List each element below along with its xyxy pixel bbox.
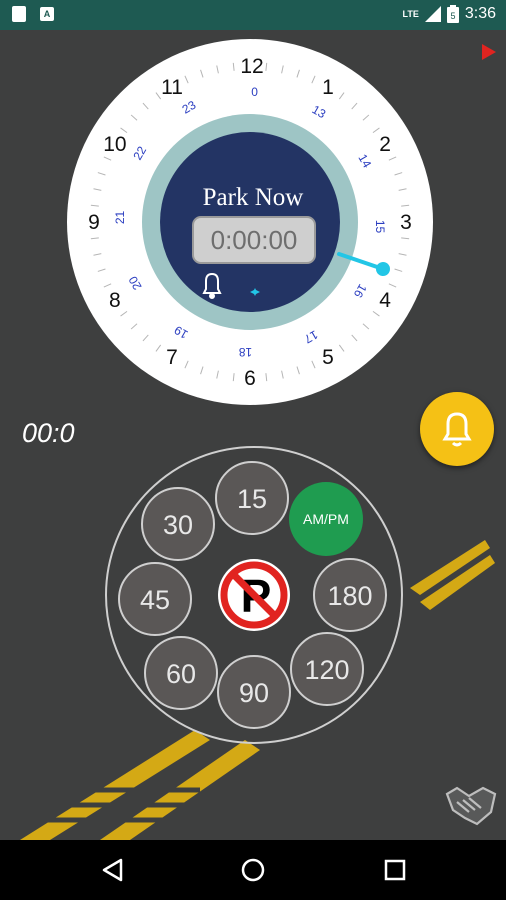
battery-icon: 5 bbox=[446, 5, 459, 23]
duration-button[interactable]: 15 bbox=[215, 461, 289, 535]
dial-hour-number: 6 bbox=[244, 367, 256, 390]
duration-button[interactable]: 120 bbox=[290, 632, 364, 706]
play-icon[interactable] bbox=[482, 44, 496, 60]
dial-hour-number: 1 bbox=[322, 76, 334, 99]
handshake-icon[interactable] bbox=[443, 782, 499, 830]
recents-icon[interactable] bbox=[379, 854, 411, 886]
dial-hour-number: 11 bbox=[161, 76, 183, 99]
duration-label: 180 bbox=[327, 581, 372, 611]
dial-hour-number: 5 bbox=[322, 346, 334, 369]
clock-hand-knob[interactable] bbox=[376, 262, 390, 276]
timer-display: 0:00:00 bbox=[211, 225, 298, 255]
battery-level: 5 bbox=[450, 11, 455, 21]
duration-label: 15 bbox=[237, 484, 267, 514]
duration-button[interactable]: 30 bbox=[141, 487, 215, 561]
dial-24h-number: 0 bbox=[251, 85, 258, 99]
dial-hour-number: 8 bbox=[109, 289, 121, 312]
duration-button[interactable]: 45 bbox=[118, 562, 192, 636]
duration-label: 90 bbox=[239, 678, 269, 708]
status-bar: A LTE 5 3:36 bbox=[0, 0, 506, 30]
network-type: LTE bbox=[402, 9, 419, 19]
duration-button[interactable]: 60 bbox=[144, 636, 218, 710]
navigation-bar bbox=[0, 840, 506, 900]
dial-hour-number: 7 bbox=[166, 346, 178, 369]
dial-hour-number: 2 bbox=[379, 133, 391, 156]
back-icon[interactable] bbox=[96, 854, 128, 886]
sd-card-icon bbox=[12, 6, 26, 22]
dial-24h-number: 21 bbox=[113, 210, 127, 224]
duration-button[interactable]: 90 bbox=[217, 655, 291, 729]
ampm-label: AM/PM bbox=[303, 511, 349, 527]
duration-label: 120 bbox=[304, 655, 349, 685]
duration-label: 30 bbox=[163, 510, 193, 540]
no-parking-icon[interactable]: P bbox=[218, 559, 290, 631]
duration-label: 45 bbox=[140, 585, 170, 615]
dial-hour-number: 4 bbox=[379, 289, 391, 312]
signal-icon bbox=[424, 6, 441, 22]
duration-label: 60 bbox=[166, 659, 196, 689]
home-icon[interactable] bbox=[237, 854, 269, 886]
park-now-title[interactable]: Park Now bbox=[203, 184, 304, 211]
dial-hour-number: 10 bbox=[103, 133, 126, 156]
dial-24h-number: 15 bbox=[373, 220, 387, 234]
status-time: 3:36 bbox=[464, 5, 496, 22]
clock-dial[interactable]: 12 1 2 3 4 5 6 7 8 9 10 11 0 13 14 15 16 17 18 19 20 21 22 23 … bbox=[67, 39, 433, 405]
dial-hour-number: 9 bbox=[88, 211, 100, 234]
dial-hour-number: 12 bbox=[240, 55, 263, 78]
quick-duration-panel: 15 180 120 90 60 45 30 AM/PM P bbox=[0, 440, 506, 820]
duration-button[interactable]: 180 bbox=[313, 558, 387, 632]
dial-24h-number: 18 bbox=[238, 345, 252, 359]
ampm-button[interactable]: AM/PM bbox=[289, 482, 363, 556]
font-app-icon: A bbox=[40, 7, 54, 21]
dial-hour-number: 3 bbox=[400, 211, 412, 234]
